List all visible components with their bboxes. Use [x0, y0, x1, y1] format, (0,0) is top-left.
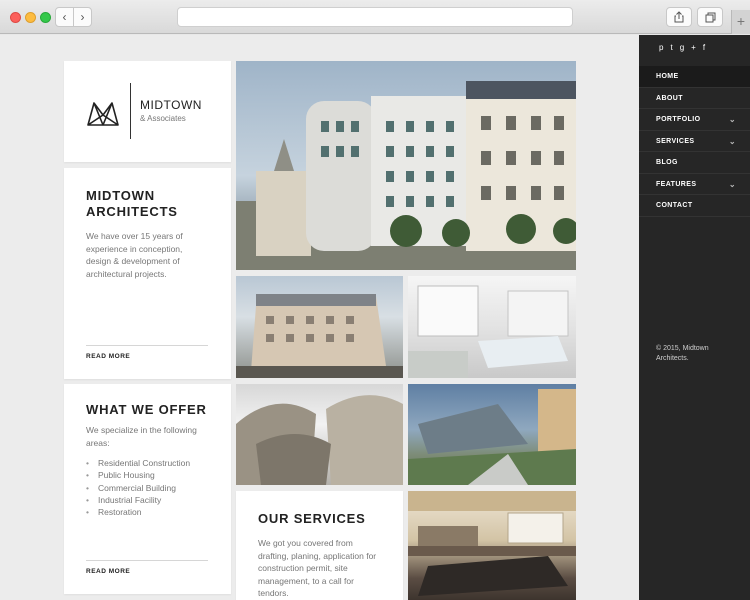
kitchen-interior-image: [408, 491, 576, 596]
sidebar-item-features[interactable]: FEATURES ⌄: [639, 174, 750, 195]
plus-icon: +: [736, 13, 746, 29]
services-text: We got you covered from drafting, planin…: [258, 538, 377, 598]
address-bar[interactable]: [177, 7, 573, 27]
offer-read-more-link[interactable]: READ MORE: [86, 568, 130, 575]
chevron-down-icon: ⌄: [728, 136, 736, 146]
services-title: OUR SERVICES: [258, 511, 366, 526]
interior-photo-loft[interactable]: [408, 276, 576, 378]
logo-divider: [130, 83, 131, 139]
chevron-down-icon: ⌄: [728, 115, 736, 124]
logo-card[interactable]: MIDTOWN & Associates: [64, 61, 231, 162]
sidebar: ptg+f HOME ABOUT PORTFOLIO ⌄ SERVICES ⌄ BL…: [639, 35, 750, 600]
about-divider: [86, 345, 208, 346]
minimize-window-button[interactable]: [25, 12, 36, 23]
close-window-button[interactable]: [10, 12, 21, 23]
chevron-down-icon: ⌄: [728, 179, 736, 189]
sidebar-item-label: FEATURES: [656, 180, 697, 188]
maximize-window-button[interactable]: [40, 12, 51, 23]
building-photo-curved[interactable]: [236, 384, 403, 485]
logo-mark-icon: [87, 102, 119, 126]
about-read-more-link[interactable]: READ MORE: [86, 353, 130, 360]
social-links: ptg+f: [659, 43, 712, 52]
building-photo-residential[interactable]: [236, 276, 403, 378]
list-item: Commercial Building: [86, 482, 209, 495]
facebook-icon[interactable]: f: [703, 43, 712, 52]
about-card: MIDTOWN ARCHITECTS We have over 15 years…: [64, 168, 231, 379]
interior-photo-kitchen[interactable]: [408, 491, 576, 600]
sidebar-item-portfolio[interactable]: PORTFOLIO ⌄: [639, 109, 750, 131]
loft-interior-image: [408, 285, 569, 378]
forward-button[interactable]: ›: [73, 7, 92, 27]
tabs-icon: [705, 12, 715, 23]
sidebar-item-services[interactable]: SERVICES ⌄: [639, 131, 750, 152]
chevron-right-icon: ›: [80, 10, 85, 24]
sidebar-item-label: ABOUT: [656, 94, 683, 102]
page-viewport: MIDTOWN & Associates MIDTOWN ARCHITECTS …: [0, 35, 750, 600]
offer-title: WHAT WE OFFER: [86, 402, 207, 417]
offer-card: WHAT WE OFFER We specialize in the follo…: [64, 384, 231, 594]
list-item: Residential Construction: [86, 457, 209, 470]
sidebar-item-label: HOME: [656, 73, 679, 80]
building-photo-modern[interactable]: [408, 384, 576, 485]
sidebar-item-label: BLOG: [656, 159, 678, 166]
sidebar-item-home[interactable]: HOME: [639, 66, 750, 88]
list-item: Restoration: [86, 506, 209, 519]
sidebar-item-label: PORTFOLIO: [656, 116, 701, 123]
list-item: Industrial Facility: [86, 494, 209, 507]
residential-building-image: [236, 294, 403, 378]
tabs-button[interactable]: [697, 7, 723, 27]
sidebar-item-blog[interactable]: BLOG: [639, 152, 750, 174]
modern-glass-building-image: [408, 389, 576, 485]
share-button[interactable]: [666, 7, 692, 27]
pinterest-icon[interactable]: p: [659, 43, 670, 52]
building-photo-main[interactable]: [236, 61, 576, 270]
curved-steel-building-image: [236, 395, 403, 485]
logo-name: MIDTOWN: [140, 98, 202, 112]
sidebar-item-contact[interactable]: CONTACT: [639, 195, 750, 217]
offer-divider: [86, 560, 208, 561]
sidebar-item-about[interactable]: ABOUT: [639, 88, 750, 109]
share-icon: [674, 11, 684, 23]
google-plus-icon[interactable]: g+: [680, 43, 703, 52]
about-title: MIDTOWN ARCHITECTS: [86, 188, 178, 219]
sidebar-item-label: SERVICES: [656, 137, 695, 145]
services-card: OUR SERVICES We got you covered from dra…: [236, 491, 403, 600]
copyright-text: © 2015, Midtown Architects.: [656, 345, 709, 362]
browser-titlebar: ‹ › +: [0, 0, 750, 34]
logo-subtitle: & Associates: [140, 114, 186, 123]
offer-list: Residential Construction Public Housing …: [86, 457, 209, 519]
list-item: Public Housing: [86, 469, 209, 482]
dancing-house-image: [236, 81, 576, 270]
chevron-left-icon: ‹: [62, 10, 67, 24]
sidebar-item-label: CONTACT: [656, 202, 693, 209]
new-tab-button[interactable]: +: [731, 10, 750, 34]
back-button[interactable]: ‹: [55, 7, 74, 27]
twitter-icon[interactable]: t: [670, 43, 679, 52]
about-text: We have over 15 years of experience in c…: [86, 231, 183, 279]
offer-intro: We specialize in the following areas:: [86, 425, 197, 448]
sidebar-nav: HOME ABOUT PORTFOLIO ⌄ SERVICES ⌄ BLOG FEA…: [639, 66, 750, 217]
